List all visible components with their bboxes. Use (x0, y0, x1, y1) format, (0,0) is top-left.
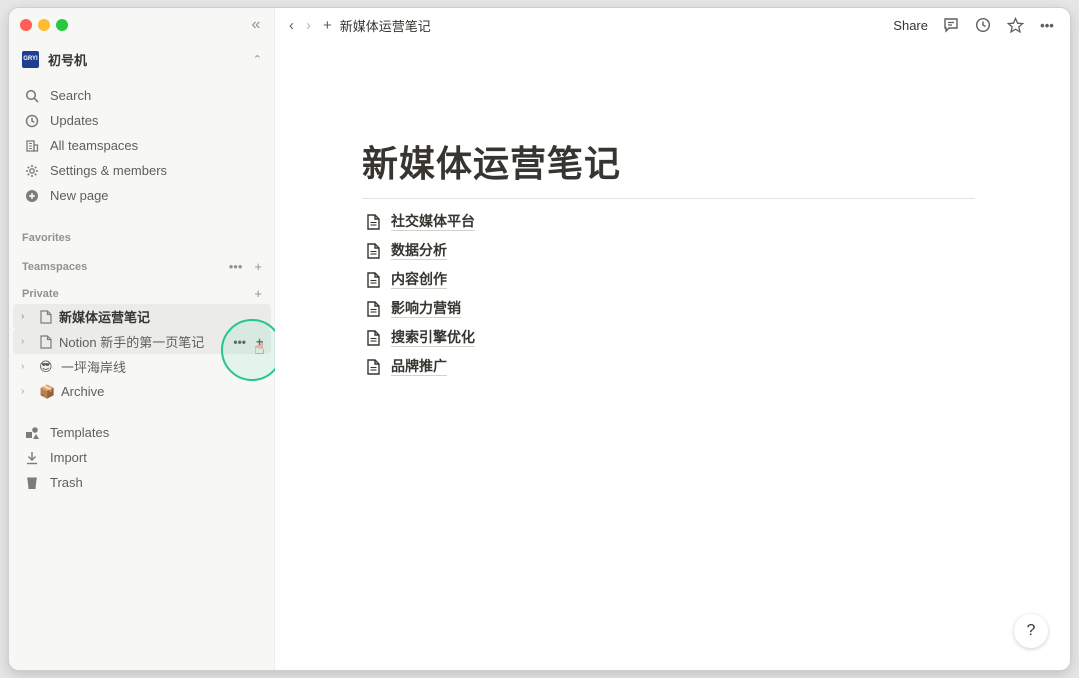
add-icon[interactable]: + (323, 17, 332, 34)
tree-item-label: Archive (61, 384, 105, 399)
add-icon[interactable]: + (254, 259, 262, 274)
page-icon (364, 271, 382, 289)
star-icon[interactable] (1006, 16, 1024, 34)
page-title[interactable]: 新媒体运营笔记 (362, 140, 975, 188)
sidebar-item-label: All teamspaces (50, 138, 139, 153)
sunglasses-emoji-icon: 😎 (39, 358, 53, 374)
page-icon (364, 213, 382, 231)
subpage-label: 影响力营销 (391, 300, 461, 318)
subpage-link[interactable]: 社交媒体平台 (362, 207, 975, 236)
sidebar-item-settings[interactable]: Settings & members (9, 158, 275, 183)
page-body: 新媒体运营笔记 社交媒体平台 数据分析 内容创作 影响力营销 搜索引擎优化 品牌… (362, 140, 975, 381)
sidebar-nav: Search Updates All teamspaces Settings &… (9, 83, 275, 208)
page-icon (364, 242, 382, 260)
subpage-label: 社交媒体平台 (391, 213, 475, 231)
chevron-right-icon[interactable]: › (21, 386, 33, 397)
subpage-label: 搜索引擎优化 (391, 329, 475, 347)
subpage-label: 数据分析 (391, 242, 447, 260)
page-icon (39, 309, 53, 324)
history-icon[interactable] (974, 16, 992, 34)
section-label: Favorites (22, 232, 71, 244)
trash-icon (24, 475, 40, 491)
chevron-up-down-icon: ⌃ (252, 53, 262, 66)
gear-icon (24, 163, 40, 179)
sidebar-item-teamspaces[interactable]: All teamspaces (9, 133, 275, 158)
tree-item-page[interactable]: › 📦 Archive (13, 379, 271, 404)
add-icon[interactable]: + (254, 286, 262, 301)
sidebar-item-label: Updates (50, 113, 99, 128)
sidebar-item-updates[interactable]: Updates (9, 108, 275, 133)
clock-icon (24, 113, 40, 129)
more-icon[interactable]: ••• (1038, 16, 1056, 34)
topbar: ‹ › + 新媒体运营笔记 Share ••• (275, 8, 1070, 42)
chevron-right-icon[interactable]: › (21, 361, 33, 372)
building-icon (24, 138, 40, 154)
plus-circle-icon (24, 188, 40, 204)
more-icon[interactable]: ••• (229, 259, 243, 274)
page-icon (39, 334, 53, 349)
topbar-actions: Share ••• (893, 8, 1056, 42)
divider (362, 198, 975, 199)
section-private: Private + (22, 286, 262, 301)
section-label: Teamspaces (22, 260, 88, 273)
share-button[interactable]: Share (893, 18, 928, 33)
comment-icon[interactable] (942, 16, 960, 34)
close-window-button[interactable] (20, 19, 32, 31)
sidebar-item-label: Search (50, 88, 92, 103)
subpage-label: 内容创作 (391, 271, 447, 289)
sidebar-item-label: Trash (50, 475, 83, 490)
subpage-label: 品牌推广 (391, 358, 447, 376)
chevron-right-icon[interactable]: › (21, 311, 33, 322)
sidebar-item-trash[interactable]: Trash (9, 470, 275, 495)
sidebar-item-label: Templates (50, 425, 110, 440)
page-icon (364, 329, 382, 347)
zoom-window-button[interactable] (56, 19, 68, 31)
chevron-right-icon[interactable]: › (21, 336, 33, 347)
hand-cursor-icon: ☝ (254, 338, 265, 358)
subpage-link[interactable]: 品牌推广 (362, 352, 975, 381)
section-teamspaces: Teamspaces ••• + (22, 259, 262, 274)
sidebar-item-label: Import (50, 450, 87, 465)
window-controls (20, 19, 68, 31)
search-icon (24, 88, 40, 104)
minimize-window-button[interactable] (38, 19, 50, 31)
sidebar-item-label: Settings & members (50, 163, 168, 178)
package-emoji-icon: 📦 (39, 383, 56, 399)
back-icon[interactable]: ‹ (289, 17, 294, 34)
subpage-link[interactable]: 数据分析 (362, 236, 975, 265)
forward-icon[interactable]: › (306, 17, 311, 34)
templates-icon (24, 425, 40, 441)
breadcrumb[interactable]: 新媒体运营笔记 (340, 16, 431, 35)
sidebar-item-label: New page (50, 188, 109, 203)
collapse-sidebar-icon[interactable]: « (246, 16, 266, 34)
tree-item-label: 一坪海岸线 (61, 360, 127, 375)
section-label: Private (22, 287, 59, 300)
page-icon (364, 300, 382, 318)
section-favorites: Favorites (22, 232, 262, 244)
workspace-name: 初号机 (48, 52, 88, 68)
subpage-link[interactable]: 搜索引擎优化 (362, 323, 975, 352)
sidebar-item-new-page[interactable]: New page (9, 183, 275, 208)
sidebar: « GRYI 初号机 ⌃ Search Updates All teamspac… (9, 8, 283, 670)
sidebar-item-search[interactable]: Search (9, 83, 275, 108)
workspace-switcher[interactable]: GRYI 初号机 ⌃ (22, 48, 262, 70)
sidebar-bottom-nav: Templates Import Trash (9, 420, 275, 495)
page-icon (364, 358, 382, 376)
click-highlight-ring (221, 319, 283, 381)
sidebar-item-import[interactable]: Import (9, 445, 275, 470)
subpage-link[interactable]: 内容创作 (362, 265, 975, 294)
sidebar-item-templates[interactable]: Templates (9, 420, 275, 445)
download-icon (24, 450, 40, 466)
workspace-logo: GRYI (22, 50, 39, 68)
app-window: « GRYI 初号机 ⌃ Search Updates All teamspac… (9, 8, 1070, 670)
help-button[interactable]: ? (1014, 614, 1048, 648)
tree-item-label: Notion 新手的第一页笔记 (59, 335, 205, 350)
subpage-link[interactable]: 影响力营销 (362, 294, 975, 323)
history-nav: ‹ › + (289, 17, 332, 34)
main-content: ‹ › + 新媒体运营笔记 Share ••• 新媒体运营笔记 社交媒体平台 数… (275, 8, 1070, 670)
tree-item-label: 新媒体运营笔记 (59, 310, 151, 325)
